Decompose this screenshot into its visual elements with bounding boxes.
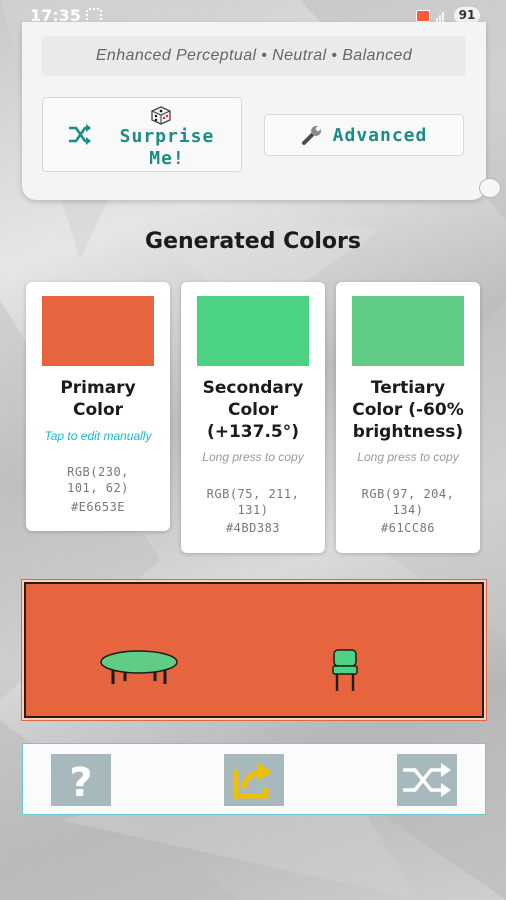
color-hex: #4BD383 — [225, 521, 281, 535]
color-name: Secondary Color (+137.5°) — [202, 378, 304, 442]
tertiary-color-swatch[interactable] — [352, 296, 464, 366]
color-rgb: RGB(97, 204, 134) — [361, 487, 455, 517]
bottom-toolbar: ? — [22, 743, 486, 815]
section-title: Generated Colors — [145, 229, 361, 254]
randomize-button[interactable] — [397, 754, 457, 806]
table-icon — [100, 650, 178, 684]
mode-summary: Enhanced Perceptual • Neutral • Balanced — [42, 36, 466, 76]
notification-icon — [416, 9, 430, 22]
dice-icon — [151, 106, 171, 125]
wrench-icon — [301, 126, 321, 145]
color-rgb: RGB(230, 101, 62) — [67, 465, 129, 495]
preview-frame — [24, 582, 484, 718]
color-hex: #61CC86 — [380, 521, 436, 535]
tertiary-color-card[interactable]: Tertiary Color (-60% brightness) Long pr… — [336, 282, 480, 553]
primary-color-swatch[interactable] — [42, 296, 154, 366]
advanced-button[interactable]: Advanced — [264, 114, 464, 156]
shuffle-icon — [69, 124, 91, 145]
help-button[interactable]: ? — [51, 754, 111, 806]
color-rgb: RGB(75, 211, 131) — [206, 487, 300, 517]
room-preview — [22, 580, 486, 720]
signal-icon — [436, 10, 448, 22]
primary-color-card[interactable]: Primary Color Tap to edit manually RGB(2… — [26, 282, 170, 531]
secondary-color-card[interactable]: Secondary Color (+137.5°) Long press to … — [181, 282, 325, 553]
share-icon — [233, 763, 272, 799]
surprise-me-label: Surprise Me! — [119, 126, 215, 169]
secondary-color-swatch[interactable] — [197, 296, 309, 366]
help-icon: ? — [69, 760, 92, 806]
color-hex: #E6653E — [70, 500, 126, 514]
shuffle-icon — [403, 763, 451, 797]
color-name: Tertiary Color (-60% brightness) — [352, 378, 464, 442]
scroll-handle[interactable] — [479, 178, 501, 198]
color-hint: Tap to edit manually — [44, 429, 152, 443]
advanced-label: Advanced — [332, 124, 428, 146]
svg-text:?: ? — [69, 760, 92, 806]
chair-icon — [332, 649, 358, 691]
color-name: Primary Color — [60, 378, 136, 420]
color-hint: Long press to copy — [202, 450, 304, 464]
surprise-me-button[interactable]: Surprise Me! — [42, 97, 242, 172]
share-button[interactable] — [224, 754, 284, 806]
color-hint: Long press to copy — [357, 450, 459, 464]
settings-card: Enhanced Perceptual • Neutral • Balanced… — [22, 22, 486, 200]
